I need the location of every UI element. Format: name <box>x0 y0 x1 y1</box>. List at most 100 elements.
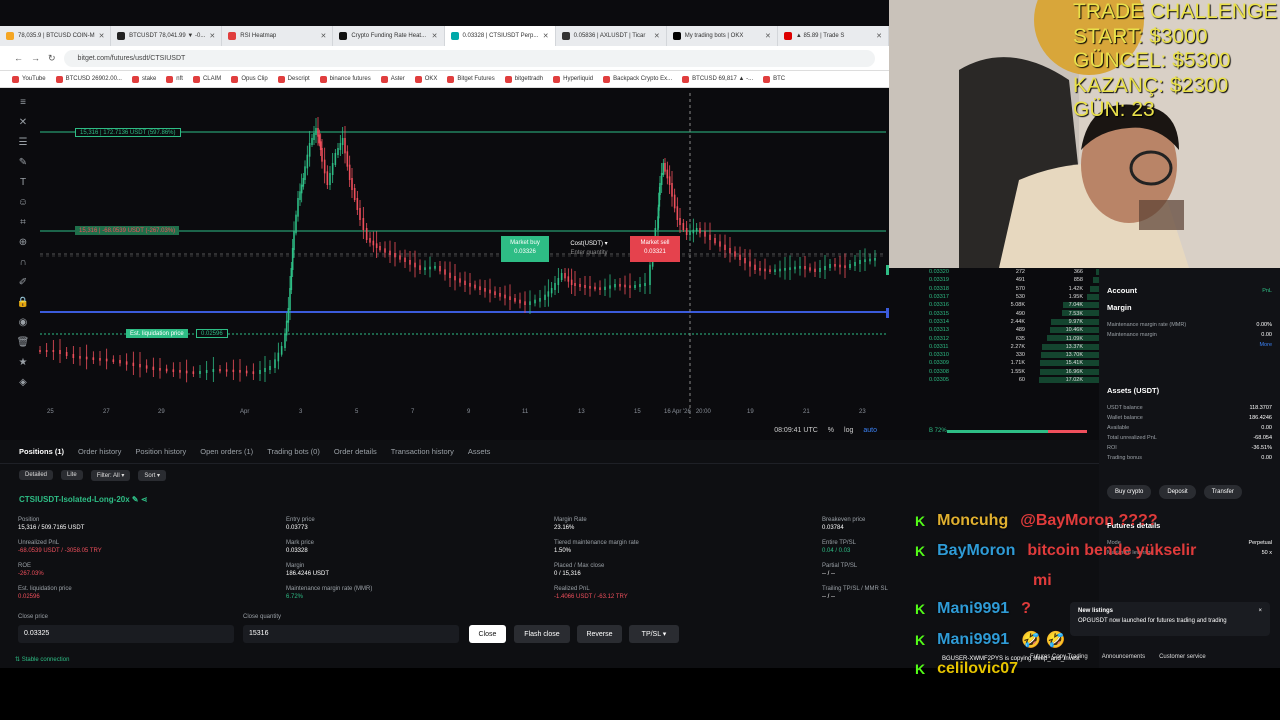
position-symbol[interactable]: CTSIUSDT-Isolated-Long-20x ✎ ⋖ <box>19 495 148 504</box>
brush-icon[interactable]: ✎ <box>19 156 27 170</box>
lock-icon[interactable]: 🔒 <box>17 296 29 310</box>
filter-chip[interactable]: Detailed <box>19 470 54 480</box>
browser-tab[interactable]: BTCUSDT 78,041.99 ▼ -0... ✕ <box>111 26 223 46</box>
close-tab-icon[interactable]: ✕ <box>765 32 771 40</box>
crosshair-icon[interactable]: ✕ <box>19 116 27 130</box>
close-tab-icon[interactable]: ✕ <box>543 32 549 40</box>
positions-tab[interactable]: Trading bots (0) <box>267 447 320 456</box>
browser-tab[interactable]: ▲ 85.89 | Trade S ✕ <box>778 26 889 46</box>
filter-chip[interactable]: Sort ▾ <box>138 469 167 481</box>
bookmark-item[interactable]: stake <box>131 75 156 83</box>
pen-icon[interactable]: ✐ <box>19 276 27 290</box>
positions-tab[interactable]: Order details <box>334 447 377 456</box>
close-qty-input[interactable]: 15316 <box>243 625 459 643</box>
chart-canvas[interactable] <box>0 88 889 420</box>
auto-toggle[interactable]: auto <box>863 427 877 434</box>
cost-input[interactable]: Cost(USDT) ▾ Enter quantity <box>553 236 625 262</box>
url-input[interactable]: bitget.com/futures/usdt/CTSIUSDT <box>63 49 875 67</box>
bookmark-item[interactable]: bitgettradh <box>504 75 543 83</box>
bookmark-item[interactable]: Opus Clip <box>231 75 268 83</box>
market-buy-button[interactable]: Market buy 0.03326 <box>501 236 549 262</box>
zoom-icon[interactable]: ⊕ <box>19 236 27 250</box>
orderbook-row[interactable]: 0.03314 2.44K 9.97K <box>889 318 1099 326</box>
back-icon[interactable]: ← <box>14 53 23 63</box>
eye-icon[interactable]: ◉ <box>19 316 28 330</box>
orderbook-row[interactable]: 0.03311 2.27K 13.37K <box>889 343 1099 351</box>
close-tab-icon[interactable]: ✕ <box>321 32 327 40</box>
percent-toggle[interactable]: % <box>828 427 834 434</box>
orderbook-row[interactable]: 0.03315 490 7.53K <box>889 309 1099 317</box>
close-button[interactable]: Close <box>469 625 506 643</box>
account-button[interactable]: Transfer <box>1203 485 1242 499</box>
bookmark-item[interactable]: OKX <box>414 75 437 83</box>
close-tab-icon[interactable]: ✕ <box>876 32 882 40</box>
layers-icon[interactable]: ◈ <box>19 376 27 390</box>
positions-tab[interactable]: Assets <box>468 447 491 456</box>
bookmark-item[interactable]: binance futures <box>319 75 371 83</box>
chat-username[interactable]: BayMoron <box>937 542 1015 560</box>
footer-link[interactable]: Announcements <box>1102 654 1145 660</box>
bookmark-item[interactable]: Backpack Crypto Ex... <box>603 75 672 83</box>
bookmark-item[interactable]: BTCUSD 26902.00... <box>55 75 122 83</box>
liquidation-tag[interactable]: Est. liquidation price <box>126 329 188 338</box>
pnl-link[interactable]: PnL <box>1262 288 1272 294</box>
browser-tab[interactable]: RSI Heatmap ✕ <box>222 26 334 46</box>
bookmark-item[interactable]: Aster <box>380 75 405 83</box>
take-profit-tag[interactable]: 15,316 | 172.7136 USDT (597.86%) <box>75 128 181 137</box>
reload-icon[interactable]: ↻ <box>48 53 56 64</box>
browser-tab[interactable]: 78,035.9 | BTCUSD COIN-M ✕ <box>0 26 112 46</box>
chat-username[interactable]: Mani9991 <box>937 600 1009 618</box>
reverse-button[interactable]: Reverse <box>577 625 622 643</box>
chat-username[interactable]: Moncuhg <box>937 512 1008 530</box>
browser-tab[interactable]: My trading bots | OKX ✕ <box>667 26 778 46</box>
text-icon[interactable]: T <box>20 176 26 190</box>
close-tab-icon[interactable]: ✕ <box>209 32 215 40</box>
trailing-tpsl[interactable]: Trailing TP/SL / MMR SL -- / -- <box>822 586 888 600</box>
bookmark-item[interactable]: BTC <box>763 75 785 83</box>
orderbook-row[interactable]: 0.03319 491 858 <box>889 276 1099 284</box>
entire-tpsl[interactable]: Entire TP/SL 0.04 / 0.03 <box>822 540 856 554</box>
bookmark-item[interactable]: BTCUSD 69,817 ▲ -... <box>682 75 753 83</box>
orderbook-row[interactable]: 0.03308 1.55K 16.96K <box>889 368 1099 376</box>
positions-tab[interactable]: Position history <box>135 447 186 456</box>
orderbook-row[interactable]: 0.03309 1.71K 15.41K <box>889 359 1099 367</box>
orderbook-row[interactable]: 0.03320 272 366 <box>889 268 1099 276</box>
orderbook-row[interactable]: 0.03317 530 1.95K <box>889 293 1099 301</box>
trash-icon[interactable]: 🗑 <box>17 336 30 350</box>
bookmark-item[interactable]: YouTube <box>12 75 46 83</box>
emoji-icon[interactable]: ☺ <box>18 196 28 210</box>
forward-icon[interactable]: → <box>31 53 40 63</box>
orderbook-row[interactable]: 0.03313 489 10.46K <box>889 326 1099 334</box>
close-icon[interactable]: × <box>1258 608 1262 614</box>
chat-username[interactable]: Mani9991 <box>937 631 1009 649</box>
listing-notification[interactable]: New listings OPGUSDT now launched for fu… <box>1070 602 1270 636</box>
market-sell-button[interactable]: Market sell 0.03321 <box>630 236 680 262</box>
stop-loss-tag[interactable]: 15,316 | -68.0539 USDT (-267.03%) <box>75 226 180 235</box>
orderbook-row[interactable]: 0.03312 635 11.09K <box>889 334 1099 342</box>
browser-tab[interactable]: 0.05836 | AXLUSDT | Ticar ✕ <box>556 26 667 46</box>
filter-chip[interactable]: Lite <box>61 470 83 480</box>
browser-tab[interactable]: Crypto Funding Rate Heat... ✕ <box>333 26 445 46</box>
more-link[interactable]: More <box>1259 342 1272 348</box>
magnet-icon[interactable]: ∩ <box>19 256 26 270</box>
orderbook-row[interactable]: 0.03310 330 13.70K <box>889 351 1099 359</box>
bookmark-item[interactable]: nft <box>166 75 183 83</box>
star-icon[interactable]: ★ <box>19 356 28 370</box>
positions-tab[interactable]: Positions (1) <box>19 447 64 456</box>
price-chart[interactable]: ≡ ✕ ☰ ✎ T ☺ ⌗ ⊕ ∩ ✐ 🔒 ◉ 🗑 ★ ◈ 15,316 | 1… <box>0 88 912 420</box>
account-button[interactable]: Deposit <box>1159 485 1196 499</box>
positions-tab[interactable]: Order history <box>78 447 121 456</box>
ruler-icon[interactable]: ⌗ <box>20 216 26 230</box>
orderbook-row[interactable]: 0.03305 60 17.02K <box>889 376 1099 384</box>
bookmark-item[interactable]: Hyperliquid <box>553 75 593 83</box>
orderbook-row[interactable]: 0.03318 570 1.42K <box>889 285 1099 293</box>
lines-icon[interactable]: ☰ <box>19 136 28 150</box>
bookmark-item[interactable]: Bitget Futures <box>447 75 495 83</box>
close-tab-icon[interactable]: ✕ <box>432 32 438 40</box>
footer-link[interactable]: Customer service <box>1159 654 1206 660</box>
positions-tab[interactable]: Open orders (1) <box>200 447 253 456</box>
partial-tpsl[interactable]: Partial TP/SL -- / -- <box>822 563 857 577</box>
tpsl-button[interactable]: TP/SL ▾ <box>629 625 679 643</box>
flash-close-button[interactable]: Flash close <box>514 625 570 643</box>
orderbook-row[interactable]: 0.03316 5.08K 7.04K <box>889 301 1099 309</box>
